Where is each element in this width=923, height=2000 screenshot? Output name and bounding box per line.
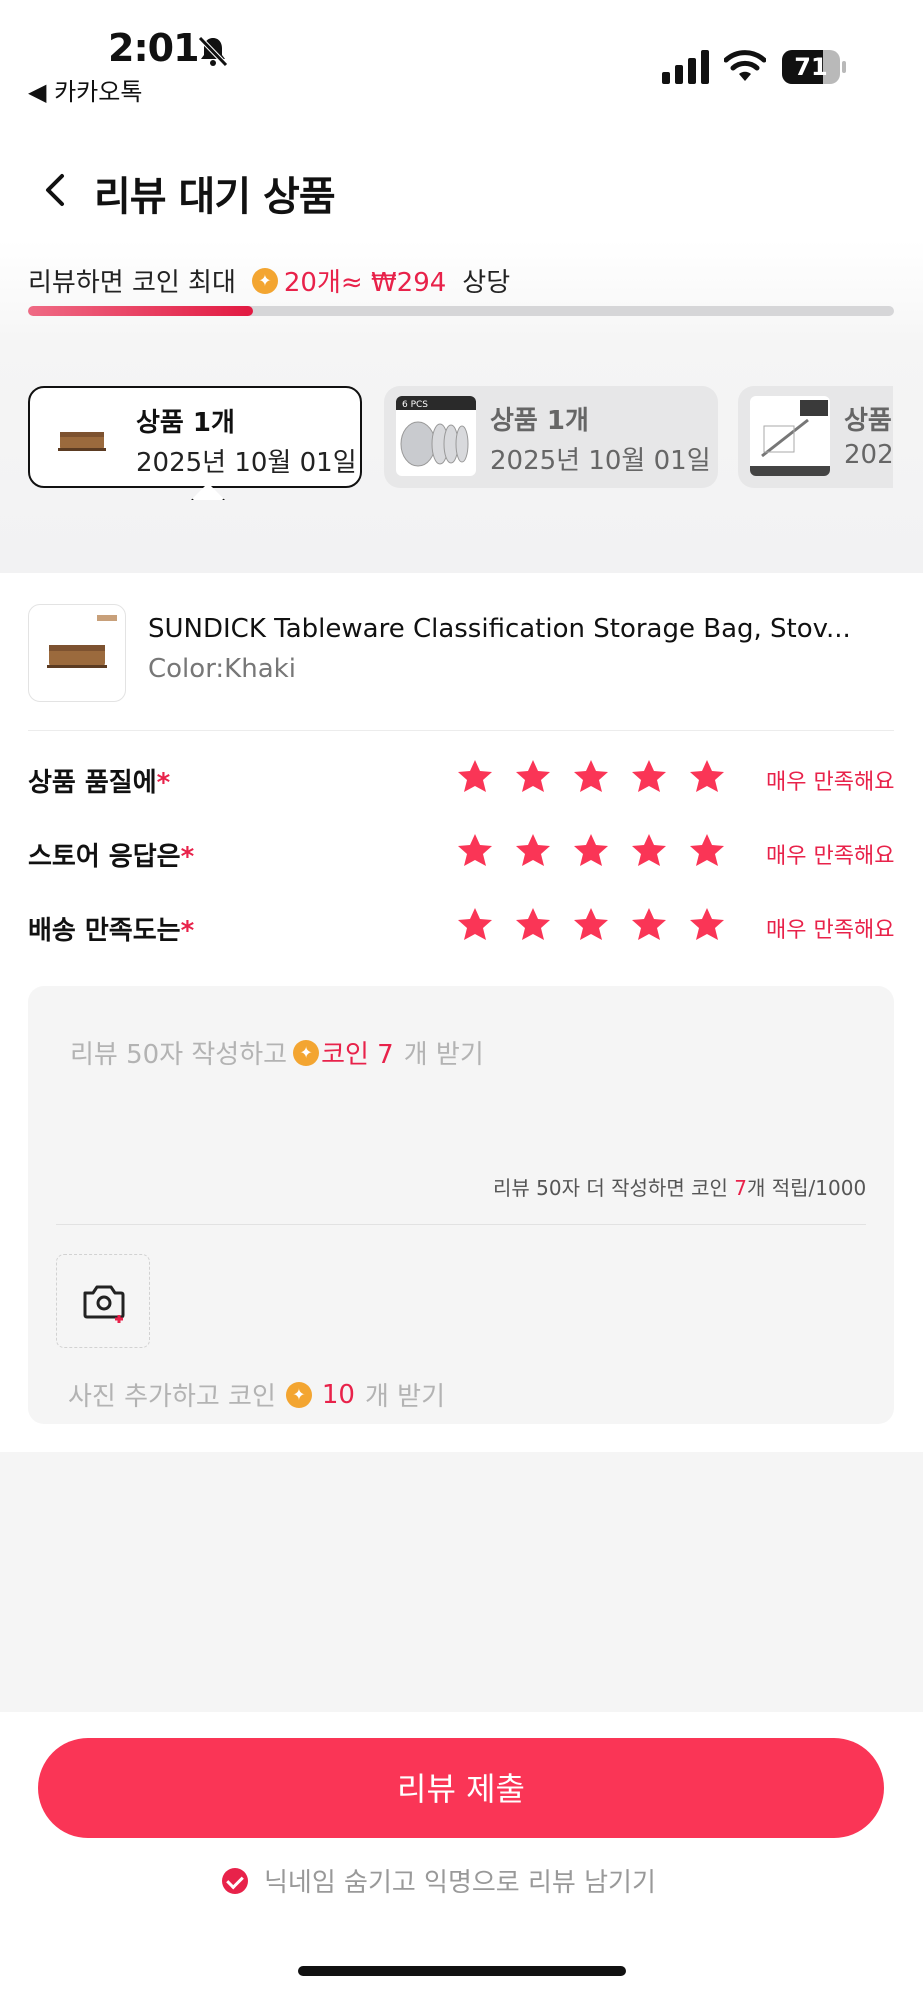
- star-icon[interactable]: [514, 758, 552, 796]
- product-tab-date: 2025년 10월 01일: [136, 448, 357, 478]
- battery-icon: 71: [782, 50, 846, 84]
- star-icon[interactable]: [688, 906, 726, 944]
- active-tab-pointer: [191, 483, 225, 500]
- status-time: 2:01: [108, 26, 200, 70]
- divider: [56, 1224, 866, 1225]
- product-tab-date: 2025년 10월 01일: [490, 446, 711, 476]
- rating-label: 배송 만족도는*: [28, 916, 195, 946]
- photo-hint: 사진 추가하고 코인 ✦ 10 개 받기: [68, 1376, 445, 1413]
- star-icon[interactable]: [456, 906, 494, 944]
- star-rating[interactable]: [456, 758, 726, 796]
- star-icon[interactable]: [514, 906, 552, 944]
- product-tab-1[interactable]: 상품 1개 2025년 10월 01일: [28, 386, 362, 500]
- product-tabs-scroller[interactable]: 상품 1개 2025년 10월 01일 6 PCS 상품 1개 2025년 10…: [0, 380, 893, 500]
- reward-prefix: 리뷰하면 코인 최대: [28, 268, 236, 298]
- product-tab-3[interactable]: 상품 202: [738, 386, 893, 488]
- coin-icon: ✦: [251, 267, 278, 294]
- reward-amount: 20개≈ ₩294: [283, 268, 447, 298]
- camera-plus-icon: [83, 1285, 125, 1323]
- product-image: [28, 604, 126, 702]
- star-icon[interactable]: [688, 832, 726, 870]
- bell-muted-icon: [198, 36, 228, 67]
- star-icon[interactable]: [630, 906, 668, 944]
- product-thumbnail: [42, 398, 122, 478]
- wifi-icon: [724, 50, 766, 81]
- signal-icon: [662, 50, 709, 84]
- check-circle-icon[interactable]: [222, 1867, 248, 1894]
- rating-text: 매우 만족해요: [766, 770, 895, 795]
- product-thumbnail: 6 PCS: [396, 396, 476, 476]
- star-icon[interactable]: [688, 758, 726, 796]
- product-name: SUNDICK Tableware Classification Storage…: [148, 614, 851, 644]
- star-icon[interactable]: [572, 906, 610, 944]
- review-placeholder-coin: 코인 7: [321, 1040, 394, 1070]
- thumb-label: 6 PCS: [402, 400, 428, 410]
- product-tab-2[interactable]: 6 PCS 상품 1개 2025년 10월 01일: [384, 386, 718, 488]
- review-placeholder: 리뷰 50자 작성하고 ✦ 코인 7 개 받기: [70, 1034, 484, 1071]
- anonymous-label: 닉네임 숨기고 익명으로 리뷰 남기기: [264, 1868, 656, 1898]
- product-thumbnail: [750, 396, 830, 476]
- star-rating[interactable]: [456, 832, 726, 870]
- star-rating[interactable]: [456, 906, 726, 944]
- photo-hint-count: 10: [321, 1379, 355, 1410]
- star-icon[interactable]: [456, 758, 494, 796]
- coin-icon: ✦: [285, 1381, 312, 1408]
- back-to-app-link[interactable]: ◀ 카카오톡: [28, 72, 142, 107]
- battery-level: 71: [794, 53, 828, 81]
- rating-text: 매우 만족해요: [766, 918, 895, 943]
- back-chevron-icon[interactable]: [38, 170, 72, 210]
- review-placeholder-prefix: 리뷰 50자 작성하고: [70, 1040, 288, 1070]
- rating-label: 상품 품질에*: [28, 768, 171, 798]
- star-icon[interactable]: [630, 832, 668, 870]
- reward-suffix: 상당: [462, 268, 511, 298]
- star-icon[interactable]: [572, 758, 610, 796]
- product-tab-date: 202: [844, 440, 893, 470]
- add-photo-button[interactable]: [56, 1254, 150, 1348]
- page-title: 리뷰 대기 상품: [94, 174, 336, 220]
- anonymous-toggle[interactable]: 닉네임 숨기고 익명으로 리뷰 남기기: [222, 1862, 656, 1899]
- spacer: [0, 1452, 923, 1712]
- rating-text: 매우 만족해요: [766, 844, 895, 869]
- reward-progress-bar: [28, 306, 894, 316]
- star-icon[interactable]: [572, 832, 610, 870]
- star-icon[interactable]: [514, 832, 552, 870]
- product-tab-title: 상품 1개: [136, 408, 235, 438]
- product-tab-title: 상품 1개: [490, 406, 589, 436]
- home-indicator[interactable]: [298, 1966, 626, 1976]
- product-option: Color:Khaki: [148, 654, 296, 684]
- coin-icon: ✦: [293, 1039, 320, 1066]
- submit-review-button[interactable]: 리뷰 제출: [38, 1738, 884, 1838]
- divider: [28, 730, 894, 731]
- rating-label: 스토어 응답은*: [28, 842, 195, 872]
- review-placeholder-suffix: 개 받기: [403, 1040, 484, 1070]
- star-icon[interactable]: [456, 832, 494, 870]
- photo-hint-prefix: 사진 추가하고 코인: [68, 1382, 276, 1412]
- reward-text: 리뷰하면 코인 최대 ✦ 20개≈ ₩294 상당: [28, 262, 510, 299]
- review-char-counter: 리뷰 50자 더 작성하면 코인 7개 적립/1000: [493, 1176, 867, 1200]
- photo-hint-suffix: 개 받기: [364, 1382, 446, 1412]
- reward-progress-fill: [28, 306, 254, 316]
- star-icon[interactable]: [630, 758, 668, 796]
- product-tab-title: 상품: [844, 406, 892, 436]
